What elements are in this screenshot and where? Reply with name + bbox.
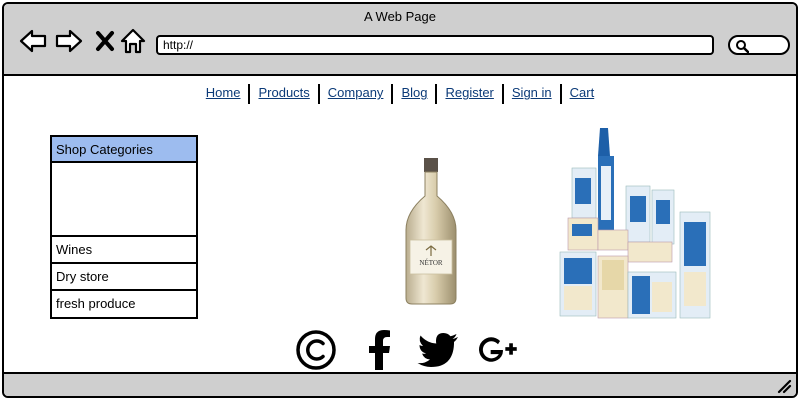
shop-categories-panel: Shop Categories Wines Dry store fresh pr… xyxy=(50,135,198,319)
facebook-icon[interactable] xyxy=(358,328,402,372)
browser-window: A Web Page HomeProductsCompanyBlogRegist… xyxy=(2,2,798,398)
address-bar-input[interactable] xyxy=(156,35,714,55)
copyright-icon[interactable] xyxy=(294,328,338,372)
site-navigation: Home Products Company Blog Register Sign in Ca… xyxy=(4,84,796,104)
pasta-boxes-image[interactable] xyxy=(556,126,716,322)
twitter-icon[interactable] xyxy=(416,328,460,372)
nav-link-cart[interactable]: Cart xyxy=(562,84,603,102)
category-item-fresh-produce[interactable]: fresh produce xyxy=(52,291,196,318)
category-item-wines[interactable]: Wines xyxy=(52,237,196,264)
home-icon[interactable] xyxy=(118,26,148,56)
wine-bottle-image[interactable]: NÉTOR xyxy=(404,156,458,306)
forward-arrow-icon[interactable] xyxy=(54,26,84,56)
google-plus-icon[interactable] xyxy=(476,328,520,372)
status-bar xyxy=(4,372,796,396)
categories-empty-area xyxy=(52,163,196,237)
close-x-icon[interactable] xyxy=(90,26,120,56)
nav-link-home[interactable]: Home xyxy=(198,84,249,102)
nav-link-blog[interactable]: Blog xyxy=(393,84,435,102)
resize-grip-icon[interactable] xyxy=(776,378,792,394)
category-item-dry-store[interactable]: Dry store xyxy=(52,264,196,291)
browser-toolbar: A Web Page xyxy=(4,4,796,76)
nav-link-sign-in[interactable]: Sign in xyxy=(504,84,560,102)
wine-label-text: NÉTOR xyxy=(419,259,443,267)
search-icon xyxy=(736,40,749,53)
window-title: A Web Page xyxy=(363,9,437,24)
back-arrow-icon[interactable] xyxy=(18,26,48,56)
nav-link-company[interactable]: Company xyxy=(320,84,392,102)
nav-link-products[interactable]: Products xyxy=(250,84,317,102)
shop-categories-header: Shop Categories xyxy=(52,137,196,163)
nav-link-register[interactable]: Register xyxy=(437,84,501,102)
search-button[interactable] xyxy=(728,35,790,55)
